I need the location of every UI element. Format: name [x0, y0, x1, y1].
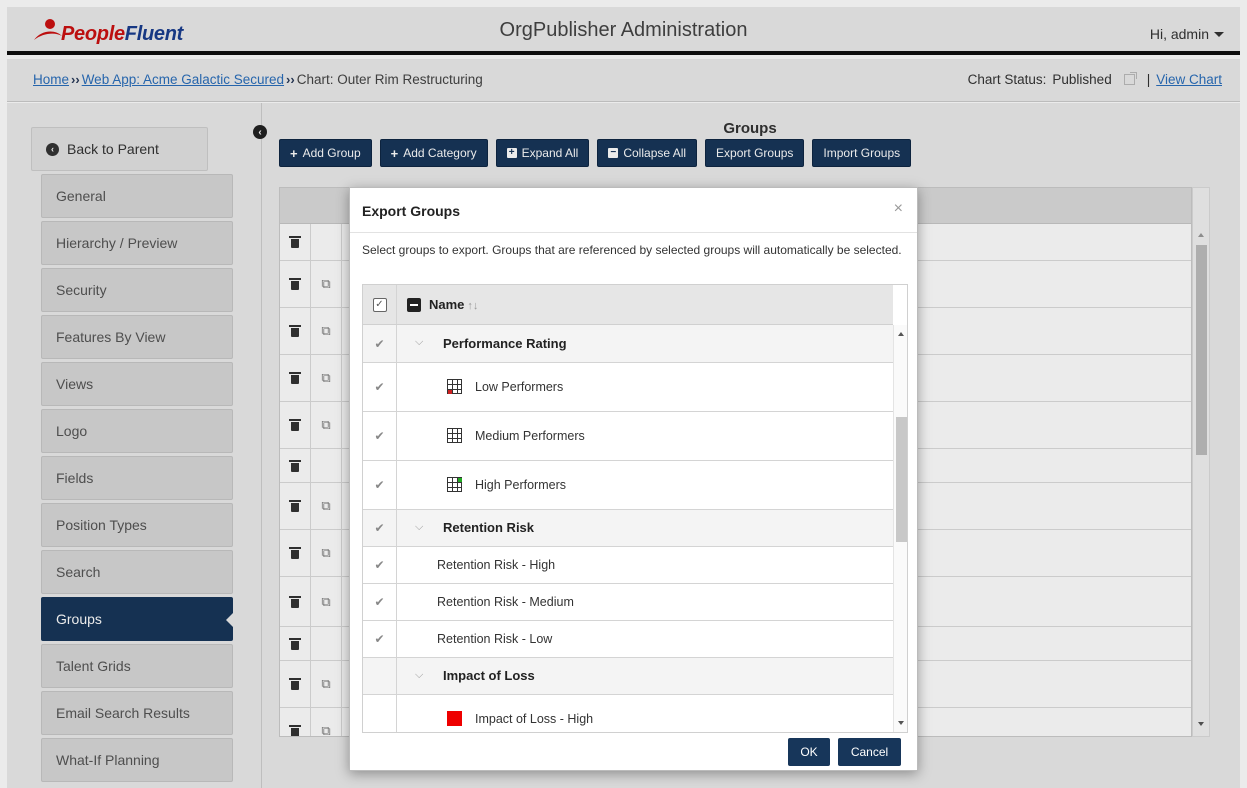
red-square-icon: [447, 711, 462, 726]
chevron-down-icon[interactable]: ⌵: [415, 669, 425, 682]
grid-header: ✓ Name ↑↓: [363, 285, 893, 325]
check-icon[interactable]: ✔: [374, 521, 384, 535]
dialog-header: Export Groups ×: [350, 188, 917, 233]
check-icon[interactable]: ✔: [374, 380, 384, 394]
grid-icon: [447, 428, 462, 443]
select-all-checkbox[interactable]: ✓: [372, 297, 387, 312]
group-row-medium-performers[interactable]: ✔ Medium Performers: [363, 412, 893, 461]
export-groups-grid: ✓ Name ↑↓ ✔ ⌵ Performance Rating ✔ Low Pe…: [362, 284, 908, 733]
category-row-performance-rating[interactable]: ✔ ⌵ Performance Rating: [363, 325, 893, 363]
grid-scrollbar[interactable]: [893, 325, 907, 732]
dialog-title: Export Groups: [362, 203, 461, 219]
group-row-high-performers[interactable]: ✔ High Performers: [363, 461, 893, 510]
chevron-down-icon[interactable]: ⌵: [415, 336, 425, 349]
scroll-down-icon[interactable]: [898, 721, 904, 725]
cancel-button[interactable]: Cancel: [838, 738, 901, 766]
name-column-header[interactable]: Name ↑↓: [429, 297, 478, 312]
name-column-label: Name: [429, 297, 465, 312]
check-icon[interactable]: ✔: [374, 558, 384, 572]
check-icon[interactable]: ✔: [374, 478, 384, 492]
group-label: Impact of Loss - High: [475, 712, 594, 726]
export-groups-dialog: Export Groups × Select groups to export.…: [349, 187, 918, 771]
scroll-up-icon[interactable]: [898, 332, 904, 336]
group-row-retention-risk-medium[interactable]: ✔ Retention Risk - Medium: [363, 584, 893, 621]
check-icon[interactable]: ✔: [374, 632, 384, 646]
ok-button[interactable]: OK: [788, 738, 830, 766]
chevron-down-icon[interactable]: ⌵: [415, 521, 425, 534]
close-icon[interactable]: ×: [894, 200, 903, 218]
group-label: Retention Risk - Low: [437, 632, 553, 646]
scrollbar-thumb[interactable]: [896, 417, 907, 542]
row-checkbox-empty[interactable]: [363, 658, 397, 694]
dialog-description: Select groups to export. Groups that are…: [362, 243, 902, 257]
group-row-retention-risk-low[interactable]: ✔ Retention Risk - Low: [363, 621, 893, 658]
check-icon[interactable]: ✔: [374, 337, 384, 351]
category-label: Performance Rating: [443, 336, 567, 351]
check-icon[interactable]: ✔: [374, 429, 384, 443]
category-row-retention-risk[interactable]: ✔ ⌵ Retention Risk: [363, 510, 893, 547]
group-label: Retention Risk - High: [437, 558, 556, 572]
check-icon[interactable]: ✔: [374, 595, 384, 609]
group-label: High Performers: [475, 478, 566, 492]
group-row-retention-risk-high[interactable]: ✔ Retention Risk - High: [363, 547, 893, 584]
sort-icon[interactable]: ↑↓: [467, 300, 478, 312]
group-row-low-performers[interactable]: ✔ Low Performers: [363, 363, 893, 412]
group-label: Low Performers: [475, 380, 564, 394]
category-label: Impact of Loss: [443, 668, 535, 683]
group-label: Medium Performers: [475, 429, 585, 443]
group-row-impact-of-loss-high[interactable]: Impact of Loss - High: [363, 695, 893, 732]
row-checkbox-empty[interactable]: [363, 695, 397, 732]
grid-icon: [447, 379, 462, 394]
group-label: Retention Risk - Medium: [437, 595, 574, 609]
grid-icon: [447, 477, 462, 492]
category-row-impact-of-loss[interactable]: ⌵ Impact of Loss: [363, 658, 893, 695]
collapse-all-minus-icon[interactable]: [407, 298, 421, 312]
category-label: Retention Risk: [443, 520, 535, 535]
